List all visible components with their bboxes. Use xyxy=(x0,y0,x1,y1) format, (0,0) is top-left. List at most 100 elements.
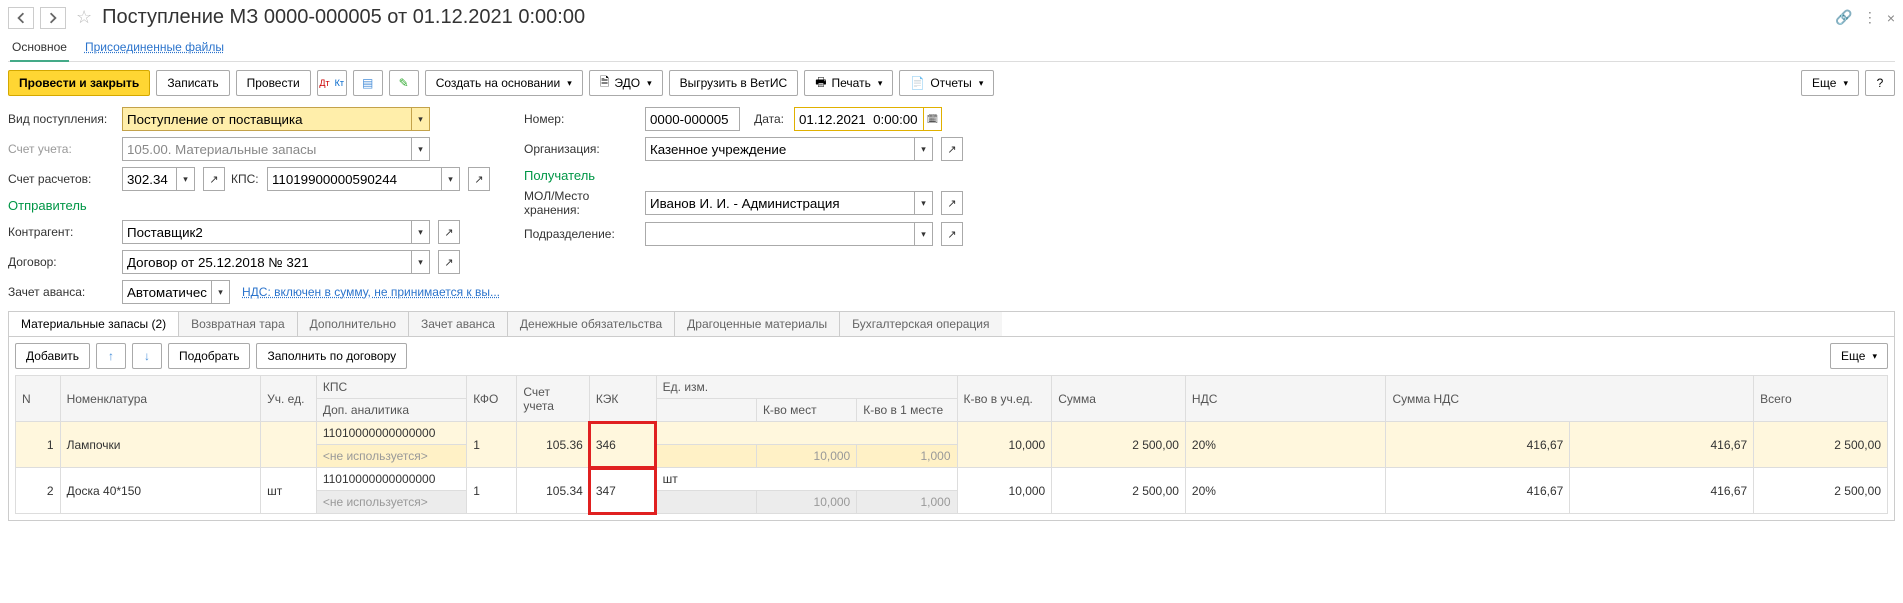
data-field[interactable] xyxy=(794,107,924,131)
cell-kvo-1-meste[interactable]: 1,000 xyxy=(857,491,957,514)
kontragent-open[interactable]: ↗ xyxy=(438,220,460,244)
th-n[interactable]: N xyxy=(16,376,61,422)
edit-icon-button[interactable]: ✎ xyxy=(389,70,419,96)
favorite-star-icon[interactable]: ☆ xyxy=(76,7,92,28)
nav-back-button[interactable] xyxy=(8,7,34,29)
post-and-close-button[interactable]: Провести и закрыть xyxy=(8,70,150,96)
list-icon-button[interactable]: ▤ xyxy=(353,70,383,96)
tab-attached-files[interactable]: Присоединенные файлы xyxy=(83,35,226,61)
reports-button[interactable]: 📄Отчеты▾ xyxy=(899,70,994,96)
th-vsego[interactable]: Всего xyxy=(1754,376,1888,422)
cell-nomenklatura[interactable]: Доска 40*150 xyxy=(60,468,261,514)
podobrat-button[interactable]: Подобрать xyxy=(168,343,250,369)
dt-kt-button[interactable]: ДтКт xyxy=(317,70,347,96)
kontragent-field[interactable] xyxy=(122,220,412,244)
mol-dropdown[interactable]: ▾ xyxy=(915,191,933,215)
zachet-avansa-field[interactable] xyxy=(122,280,212,304)
organizatsiya-open[interactable]: ↗ xyxy=(941,137,963,161)
th-dop-analitika[interactable]: Доп. аналитика xyxy=(316,399,466,422)
dogovor-field[interactable] xyxy=(122,250,412,274)
add-row-button[interactable]: Добавить xyxy=(15,343,90,369)
cell-kps[interactable]: 11010000000000000 xyxy=(316,422,466,445)
th-kvo-mest[interactable]: К-во мест xyxy=(756,399,856,422)
link-icon[interactable]: 🔗 xyxy=(1835,9,1852,26)
organizatsiya-field[interactable] xyxy=(645,137,915,161)
more-button[interactable]: Еще▾ xyxy=(1801,70,1859,96)
nomer-field[interactable] xyxy=(645,107,740,131)
cell-uch-ed[interactable]: шт xyxy=(261,468,317,514)
cell-summa[interactable]: 2 500,00 xyxy=(1052,468,1186,514)
cell-schet-ucheta[interactable]: 105.36 xyxy=(517,422,589,468)
dogovor-open[interactable]: ↗ xyxy=(438,250,460,274)
vid-postupleniya-dropdown[interactable]: ▾ xyxy=(412,107,430,131)
tab-dopolnitelno[interactable]: Дополнительно xyxy=(298,312,409,336)
tab-zachet-avansa[interactable]: Зачет аванса xyxy=(409,312,508,336)
cell-kvo-uched[interactable]: 10,000 xyxy=(957,422,1052,468)
cell-summa-nds2[interactable]: 416,67 xyxy=(1570,422,1754,468)
fill-by-dogovor-button[interactable]: Заполнить по договору xyxy=(256,343,407,369)
th-summa[interactable]: Сумма xyxy=(1052,376,1186,422)
upload-vetis-button[interactable]: Выгрузить в ВетИС xyxy=(669,70,799,96)
cell-kvo-mest[interactable]: 10,000 xyxy=(756,445,856,468)
nav-forward-button[interactable] xyxy=(40,7,66,29)
tab-mat-zapasy[interactable]: Материальные запасы (2) xyxy=(9,312,179,336)
th-kps[interactable]: КПС xyxy=(316,376,466,399)
cell-kfo[interactable]: 1 xyxy=(467,468,517,514)
cell-nds[interactable]: 20% xyxy=(1185,468,1386,514)
kps-field[interactable] xyxy=(267,167,442,191)
move-up-button[interactable]: ↑ xyxy=(96,343,126,369)
th-ed-izm[interactable]: Ед. изм. xyxy=(656,376,957,399)
nds-link[interactable]: НДС: включен в сумму, не принимается к в… xyxy=(242,285,500,299)
write-button[interactable]: Записать xyxy=(156,70,229,96)
th-kek[interactable]: КЭК xyxy=(589,376,656,422)
cell-nds[interactable]: 20% xyxy=(1185,422,1386,468)
tab-drag-materialy[interactable]: Драгоценные материалы xyxy=(675,312,840,336)
podrazdelenie-open[interactable]: ↗ xyxy=(941,222,963,246)
kps-dropdown[interactable]: ▾ xyxy=(442,167,460,191)
tab-main[interactable]: Основное xyxy=(10,35,69,62)
cell-kfo[interactable]: 1 xyxy=(467,422,517,468)
cell-schet-ucheta[interactable]: 105.34 xyxy=(517,468,589,514)
cell-ei-sub[interactable] xyxy=(656,445,756,468)
kontragent-dropdown[interactable]: ▾ xyxy=(412,220,430,244)
podrazdelenie-field[interactable] xyxy=(645,222,915,246)
help-button[interactable]: ? xyxy=(1865,70,1895,96)
print-button[interactable]: 🖶Печать▾ xyxy=(804,70,893,96)
th-nomenklatura[interactable]: Номенклатура xyxy=(60,376,261,422)
th-kvo-1-meste[interactable]: К-во в 1 месте xyxy=(857,399,957,422)
podrazdelenie-dropdown[interactable]: ▾ xyxy=(915,222,933,246)
th-summa-nds[interactable]: Сумма НДС xyxy=(1386,376,1754,422)
th-uch-ed[interactable]: Уч. ед. xyxy=(261,376,317,422)
cell-kek[interactable]: 347 xyxy=(589,468,656,514)
cell-dop-analitika[interactable]: <не используется> xyxy=(316,491,466,514)
organizatsiya-dropdown[interactable]: ▾ xyxy=(915,137,933,161)
post-button[interactable]: Провести xyxy=(236,70,311,96)
schet-raschetov-open[interactable]: ↗ xyxy=(203,167,225,191)
cell-summa-nds[interactable]: 416,67 xyxy=(1386,422,1570,468)
cell-dop-analitika[interactable]: <не используется> xyxy=(316,445,466,468)
cell-ei-sub[interactable] xyxy=(656,491,756,514)
edo-button[interactable]: 🗎ЭДО▾ xyxy=(589,70,663,96)
data-calendar-button[interactable]: 🗓 xyxy=(924,107,942,131)
tab-denezhnye-ob[interactable]: Денежные обязательства xyxy=(508,312,675,336)
kebab-menu-icon[interactable]: ⋮ xyxy=(1863,9,1877,26)
cell-uch-ed[interactable] xyxy=(261,422,317,468)
th-kvo-uched[interactable]: К-во в уч.ед. xyxy=(957,376,1052,422)
move-down-button[interactable]: ↓ xyxy=(132,343,162,369)
cell-kvo-1-meste[interactable]: 1,000 xyxy=(857,445,957,468)
th-schet-ucheta[interactable]: Счет учета xyxy=(517,376,589,422)
dogovor-dropdown[interactable]: ▾ xyxy=(412,250,430,274)
cell-kps[interactable]: 11010000000000000 xyxy=(316,468,466,491)
kps-open[interactable]: ↗ xyxy=(468,167,490,191)
schet-ucheta-dropdown[interactable]: ▾ xyxy=(412,137,430,161)
table-row[interactable]: 2Доска 40*150шт110100000000000001105.343… xyxy=(16,468,1888,491)
schet-raschetov-dropdown[interactable]: ▾ xyxy=(177,167,195,191)
cell-nomenklatura[interactable]: Лампочки xyxy=(60,422,261,468)
vid-postupleniya-field[interactable] xyxy=(122,107,412,131)
cell-kek[interactable]: 346 xyxy=(589,422,656,468)
cell-summa[interactable]: 2 500,00 xyxy=(1052,422,1186,468)
cell-kvo-uched[interactable]: 10,000 xyxy=(957,468,1052,514)
cell-summa-nds2[interactable]: 416,67 xyxy=(1570,468,1754,514)
th-ei-sub[interactable] xyxy=(656,399,756,422)
cell-n[interactable]: 2 xyxy=(16,468,61,514)
